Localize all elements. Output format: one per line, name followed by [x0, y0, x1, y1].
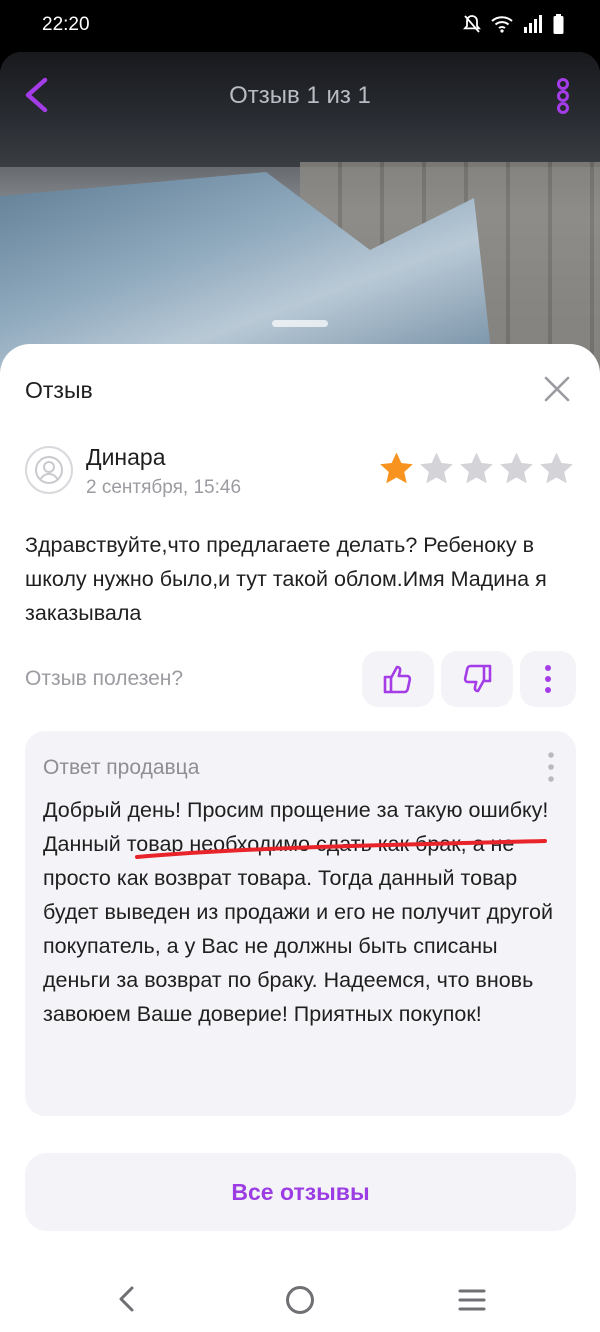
user-icon	[35, 456, 63, 484]
seller-answer-title: Ответ продавца	[43, 756, 200, 779]
dislike-button[interactable]	[441, 651, 513, 707]
close-icon	[544, 376, 570, 402]
avatar	[25, 446, 73, 494]
seller-answer-card: Ответ продавца Добрый день! Просим проще…	[25, 731, 576, 1116]
nav-home-button[interactable]	[286, 1286, 314, 1314]
mute-bell-icon	[463, 15, 481, 33]
more-vertical-icon	[545, 665, 551, 693]
status-icons	[463, 14, 564, 34]
star-empty-icon	[420, 452, 453, 484]
star-empty-icon	[460, 452, 493, 484]
like-button[interactable]	[362, 651, 434, 707]
battery-icon	[553, 14, 564, 34]
review-date: 2 сентября, 15:46	[86, 477, 242, 498]
star-empty-icon	[500, 452, 533, 484]
status-bar: 22:20	[0, 0, 600, 52]
menu-lines-icon	[458, 1289, 486, 1311]
answer-more-button[interactable]	[541, 749, 561, 785]
signal-icon	[524, 15, 542, 33]
nav-back-button[interactable]	[112, 1284, 142, 1314]
seller-answer-text: Добрый день! Просим прощение за такую ош…	[43, 798, 554, 1026]
red-annotation-underline	[135, 839, 547, 859]
close-button[interactable]	[540, 372, 574, 406]
more-menu-button[interactable]	[548, 76, 578, 116]
more-vertical-icon	[548, 752, 554, 782]
star-empty-icon	[540, 452, 573, 484]
all-reviews-button[interactable]: Все отзывы	[25, 1153, 576, 1231]
nav-back-icon	[119, 1286, 134, 1312]
review-text: Здравствуйте,что предлагаете делать? Реб…	[25, 533, 547, 625]
star-filled-icon	[380, 452, 413, 484]
rating-stars	[378, 451, 575, 486]
wifi-icon	[491, 16, 513, 33]
review-more-button[interactable]	[520, 651, 576, 707]
page-title: Отзыв 1 из 1	[229, 82, 371, 109]
sheet-title: Отзыв	[25, 377, 93, 403]
author-name: Динара	[86, 444, 166, 470]
thumbs-up-icon	[383, 665, 412, 694]
thumbs-down-icon	[463, 664, 492, 693]
nav-recents-button[interactable]	[458, 1288, 486, 1312]
more-vertical-icon	[557, 78, 569, 114]
review-sheet: Отзыв Динара 2 сентября, 15:46 Здравству…	[0, 344, 600, 1332]
helpful-label: Отзыв полезен?	[25, 667, 184, 690]
status-time: 22:20	[42, 14, 90, 35]
system-nav-bar	[0, 1262, 600, 1332]
sheet-drag-handle[interactable]	[272, 320, 328, 327]
